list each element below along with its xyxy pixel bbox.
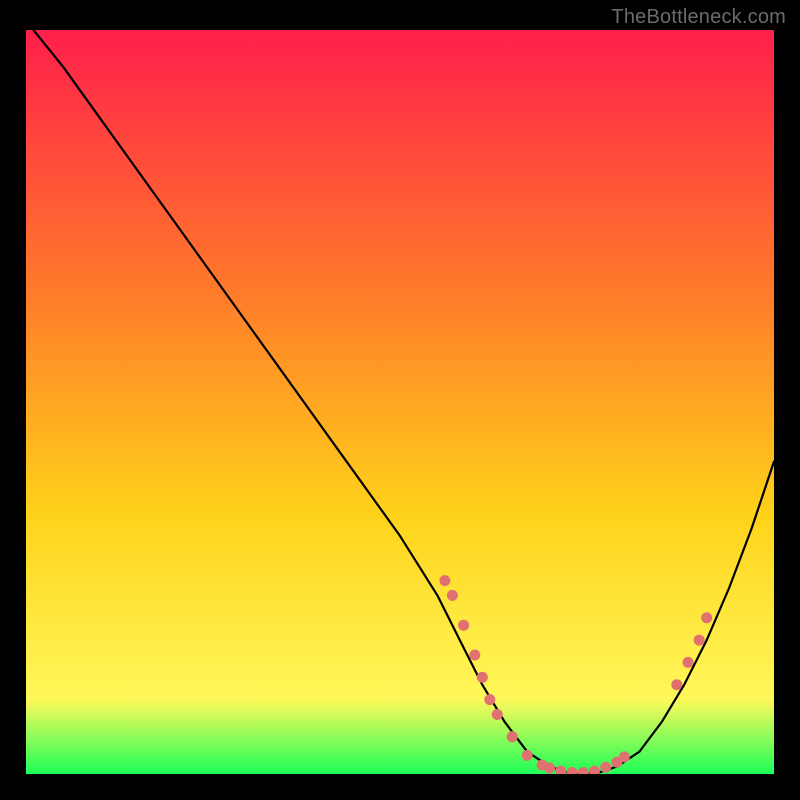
data-point (439, 575, 450, 586)
stage: TheBottleneck.com (0, 0, 800, 800)
data-point (544, 763, 555, 774)
data-point (600, 762, 611, 773)
data-point (458, 620, 469, 631)
data-point (477, 672, 488, 683)
gradient-backdrop (26, 30, 774, 774)
plot-area (26, 30, 774, 774)
data-point (683, 657, 694, 668)
data-point (619, 751, 630, 762)
data-point (469, 650, 480, 661)
watermark-text: TheBottleneck.com (611, 6, 786, 29)
bottleneck-chart (26, 30, 774, 774)
data-point (447, 590, 458, 601)
data-point (694, 635, 705, 646)
data-point (507, 731, 518, 742)
data-point (522, 750, 533, 761)
data-point (484, 694, 495, 705)
data-point (492, 709, 503, 720)
data-point (701, 612, 712, 623)
data-point (671, 679, 682, 690)
